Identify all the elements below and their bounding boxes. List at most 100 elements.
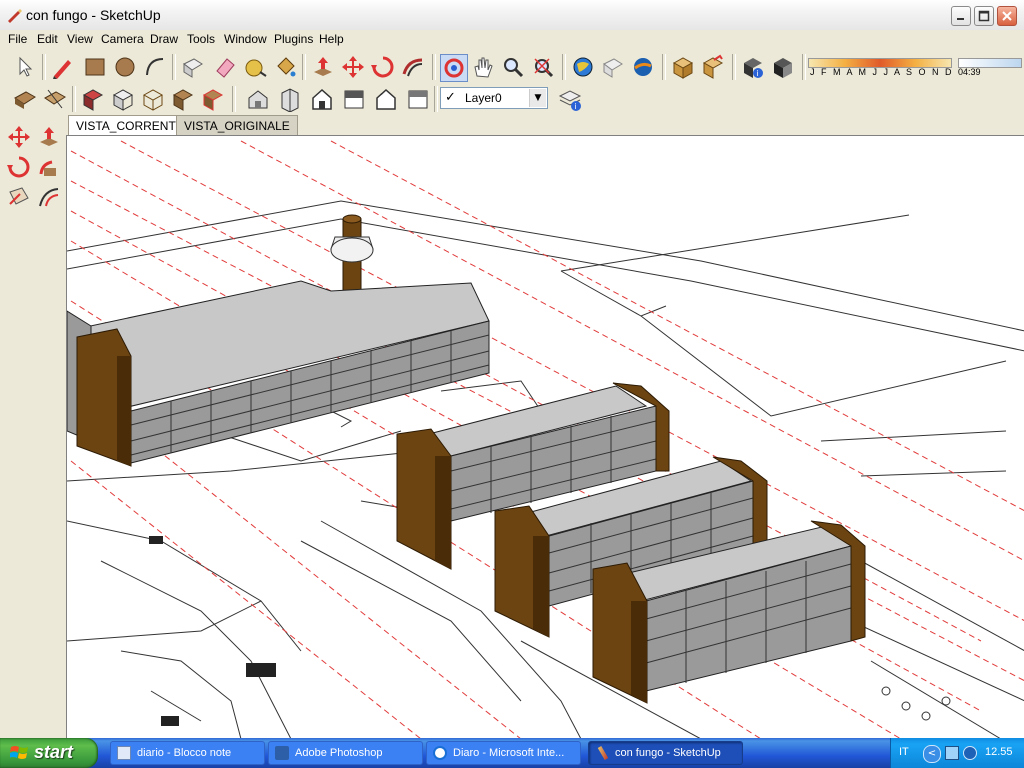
sidebar-follow-me-tool[interactable]	[36, 154, 64, 182]
globe-icon	[573, 57, 593, 77]
sidebar-rotate-tool[interactable]	[6, 154, 34, 182]
google-earth-tool[interactable]	[630, 54, 658, 82]
zoom-extents-icon	[534, 58, 554, 78]
toolbar-separator	[432, 54, 436, 80]
circle-icon	[115, 57, 135, 77]
paint-bucket-tool[interactable]	[272, 54, 300, 82]
menu-camera[interactable]: Camera	[101, 32, 144, 46]
push-pull-tool[interactable]	[310, 54, 338, 82]
orbit-icon	[444, 58, 464, 78]
maximize-button[interactable]	[974, 6, 994, 26]
taskbar-item-internet-explorer[interactable]: Diaro - Microsoft Inte...	[426, 741, 581, 765]
taskbar-item-notepad[interactable]: diario - Blocco note	[110, 741, 265, 765]
rotate-tool[interactable]	[370, 54, 398, 82]
scene-tab-vista-originale[interactable]: VISTA_ORIGINALE	[176, 115, 298, 135]
magnifier-icon	[504, 58, 524, 78]
menu-help[interactable]: Help	[319, 32, 344, 46]
layers-info-icon: i	[558, 90, 582, 111]
toolbar-separator	[732, 54, 736, 80]
share-model-tool[interactable]	[600, 54, 628, 82]
menu-plugins[interactable]: Plugins	[274, 32, 313, 46]
model-viewport[interactable]	[66, 135, 1024, 739]
shaded-tool[interactable]	[200, 86, 228, 114]
arc-tool[interactable]	[142, 54, 170, 82]
security-shield-icon[interactable]	[963, 746, 977, 760]
pencil-tool[interactable]	[50, 54, 78, 82]
follow-me-tool[interactable]	[400, 54, 428, 82]
arc-icon	[146, 58, 164, 76]
iso-view-tool[interactable]	[245, 86, 273, 114]
back-edges-tool[interactable]	[110, 86, 138, 114]
toolbar-separator	[172, 54, 176, 80]
close-icon	[1002, 11, 1012, 21]
wireframe-tool[interactable]	[140, 86, 168, 114]
tape-measure-tool[interactable]	[242, 54, 270, 82]
toolbar-separator	[802, 54, 806, 80]
orbit-tool[interactable]	[440, 54, 468, 82]
menu-bar: File Edit View Camera Draw Tools Window …	[0, 30, 1024, 50]
menu-view[interactable]: View	[67, 32, 93, 46]
select-tool[interactable]	[12, 54, 40, 82]
menu-tools[interactable]: Tools	[187, 32, 215, 46]
taskbar-item-label: Adobe Photoshop	[295, 747, 383, 759]
language-indicator[interactable]: IT	[899, 746, 909, 758]
title-bar[interactable]: con fungo - SketchUp	[0, 0, 1024, 31]
sidebar-offset-tool[interactable]	[36, 184, 64, 212]
network-icon[interactable]	[945, 746, 959, 760]
toolbar-separator	[42, 54, 46, 80]
hand-icon	[474, 57, 493, 78]
move-tool[interactable]	[340, 54, 368, 82]
close-button[interactable]	[997, 6, 1017, 26]
back-view-tool[interactable]	[373, 86, 401, 114]
circle-tool[interactable]	[112, 54, 140, 82]
earth-icon	[634, 58, 652, 76]
windows-taskbar: start diario - Blocco note Adobe Photosh…	[0, 738, 1024, 768]
move-icon	[8, 126, 30, 148]
make-component-tool[interactable]	[180, 54, 208, 82]
start-button[interactable]: start	[0, 738, 98, 768]
dynamic-components-tool[interactable]	[700, 54, 728, 82]
taskbar-item-sketchup[interactable]: con fungo - SketchUp	[588, 741, 743, 765]
minimize-button[interactable]	[951, 6, 971, 26]
sketchup-window: con fungo - SketchUp File Edit View Came…	[0, 0, 1024, 739]
menu-file[interactable]: File	[8, 32, 27, 46]
show-hidden-icons-button[interactable]: <	[923, 745, 941, 763]
model-info-tool[interactable]: i	[740, 54, 768, 82]
eraser-icon	[216, 58, 235, 78]
sidebar-move-tool[interactable]	[6, 124, 34, 152]
taskbar-clock: 12.55	[985, 746, 1013, 758]
front-view-tool[interactable]	[309, 86, 337, 114]
xray-tool[interactable]	[80, 86, 108, 114]
pan-tool[interactable]	[470, 54, 498, 82]
get-models-tool[interactable]	[570, 54, 598, 82]
left-view-tool[interactable]	[405, 86, 433, 114]
taskbar-item-photoshop[interactable]: Adobe Photoshop	[268, 741, 423, 765]
toolbar-separator	[562, 54, 566, 80]
section-plane-tool[interactable]	[12, 86, 40, 114]
section-cut-tool[interactable]	[42, 86, 70, 114]
zoom-extents-tool[interactable]	[530, 54, 558, 82]
component-browser-tool[interactable]	[670, 54, 698, 82]
system-tray: IT < 12.55	[890, 738, 1024, 768]
scene-tab-vista-corrente[interactable]: VISTA_CORRENTE	[68, 115, 192, 135]
rectangle-tool[interactable]	[82, 54, 110, 82]
right-view-tool[interactable]	[341, 86, 369, 114]
layer-dropdown[interactable]: ✓ Layer0 ▼	[440, 87, 548, 109]
zoom-tool[interactable]	[500, 54, 528, 82]
sidebar-scale-tool[interactable]	[6, 184, 34, 212]
iso-house-icon	[248, 90, 268, 109]
toolbar-separator	[72, 86, 76, 112]
sidebar-push-pull-tool[interactable]	[36, 124, 64, 152]
hidden-line-tool[interactable]	[170, 86, 198, 114]
offset-icon	[39, 188, 59, 207]
layer-manager-tool[interactable]: i	[557, 86, 585, 114]
entity-info-tool[interactable]	[770, 54, 798, 82]
toolbar-separator	[434, 86, 438, 112]
eraser-tool[interactable]	[212, 54, 240, 82]
component-icon	[183, 58, 203, 78]
start-label: start	[34, 742, 74, 762]
menu-draw[interactable]: Draw	[150, 32, 178, 46]
menu-edit[interactable]: Edit	[37, 32, 58, 46]
menu-window[interactable]: Window	[224, 32, 267, 46]
top-view-tool[interactable]	[277, 86, 305, 114]
